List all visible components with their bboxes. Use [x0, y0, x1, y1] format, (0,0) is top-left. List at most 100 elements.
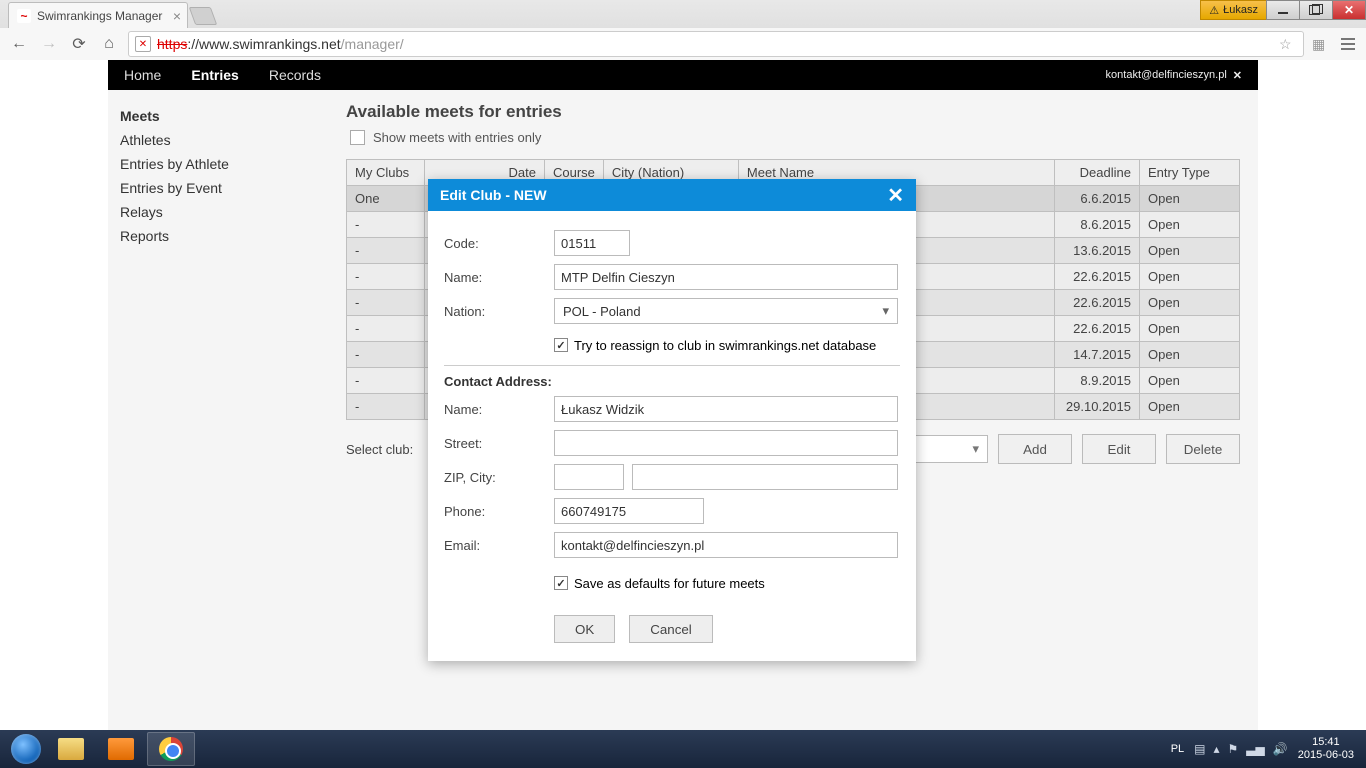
cell-myclubs: -	[347, 290, 425, 316]
taskbar-media-player[interactable]	[97, 732, 145, 766]
show-entries-only-checkbox[interactable]	[350, 130, 365, 145]
language-indicator[interactable]: PL	[1171, 743, 1184, 755]
logout-icon[interactable]: ✕	[1233, 69, 1242, 82]
address-bar: ← → ⟳ ⌂ ✕ https ://www.swimrankings.net …	[0, 28, 1366, 60]
cell-myclubs: -	[347, 316, 425, 342]
window-buttons: Łukasz	[1200, 0, 1366, 20]
nation-select[interactable]: POL - Poland ▾	[554, 298, 898, 324]
tray-flag-icon[interactable]: ⚑	[1228, 742, 1239, 756]
tray-volume-icon[interactable]: 🔊	[1273, 742, 1288, 756]
save-defaults-checkbox[interactable]	[554, 576, 568, 590]
modal-body: Code: Name: Nation: POL - Poland ▾ Try t…	[428, 211, 916, 661]
new-tab-button[interactable]	[189, 7, 218, 25]
start-orb-icon	[11, 734, 41, 764]
page-title: Available meets for entries	[346, 102, 1240, 122]
sidebar-item-entries-by-event[interactable]: Entries by Event	[116, 176, 328, 200]
col-deadline[interactable]: Deadline	[1055, 160, 1140, 186]
nation-value: POL - Poland	[563, 304, 641, 319]
chrome-user-badge[interactable]: Łukasz	[1200, 0, 1267, 20]
cell-entrytype: Open	[1140, 290, 1240, 316]
tray-icons: ▤ ▴ ⚑ ▃▅ 🔊	[1194, 742, 1288, 756]
nav-home[interactable]: Home	[124, 67, 161, 83]
nav-records[interactable]: Records	[269, 67, 321, 83]
explorer-icon	[58, 738, 84, 760]
url-host: ://www.swimrankings.net	[187, 36, 340, 52]
cell-deadline: 8.6.2015	[1055, 212, 1140, 238]
delete-button[interactable]: Delete	[1166, 434, 1240, 464]
taskbar-clock[interactable]: 15:41 2015-06-03	[1298, 736, 1354, 762]
cell-deadline: 29.10.2015	[1055, 394, 1140, 420]
dropdown-caret-icon: ▾	[882, 303, 889, 319]
save-defaults-label: Save as defaults for future meets	[574, 576, 765, 591]
back-icon[interactable]: ←	[8, 33, 30, 55]
browser-chrome: Swimrankings Manager × Łukasz ← → ⟳ ⌂ ✕ …	[0, 0, 1366, 60]
cell-myclubs: -	[347, 212, 425, 238]
cancel-button[interactable]: Cancel	[629, 615, 713, 643]
add-button[interactable]: Add	[998, 434, 1072, 464]
chrome-menu-icon[interactable]	[1338, 38, 1358, 50]
code-label: Code:	[444, 236, 554, 251]
window-close-button[interactable]	[1332, 0, 1366, 20]
email-input[interactable]	[554, 532, 898, 558]
sidebar-item-athletes[interactable]: Athletes	[116, 128, 328, 152]
modal-close-icon[interactable]: ✕	[887, 183, 904, 208]
windows-taskbar: PL ▤ ▴ ⚑ ▃▅ 🔊 15:41 2015-06-03	[0, 730, 1366, 768]
home-icon[interactable]: ⌂	[98, 33, 120, 55]
cell-deadline: 6.6.2015	[1055, 186, 1140, 212]
start-button[interactable]	[6, 730, 46, 768]
window-minimize-button[interactable]	[1266, 0, 1300, 20]
taskbar-chrome[interactable]	[147, 732, 195, 766]
reassign-checkbox[interactable]	[554, 338, 568, 352]
cell-myclubs: -	[347, 238, 425, 264]
phone-input[interactable]	[554, 498, 704, 524]
edit-button[interactable]: Edit	[1082, 434, 1156, 464]
sidebar-item-relays[interactable]: Relays	[116, 200, 328, 224]
tab-close-icon[interactable]: ×	[173, 9, 181, 23]
bookmark-star-icon[interactable]: ☆	[1279, 36, 1297, 53]
col-entrytype[interactable]: Entry Type	[1140, 160, 1240, 186]
tray-network-icon[interactable]: ▃▅	[1246, 742, 1264, 756]
browser-tab[interactable]: Swimrankings Manager ×	[8, 2, 188, 28]
clock-date: 2015-06-03	[1298, 749, 1354, 762]
contact-name-label: Name:	[444, 402, 554, 417]
ssl-warning-icon[interactable]: ✕	[135, 36, 151, 52]
city-input[interactable]	[632, 464, 898, 490]
contact-name-input[interactable]	[554, 396, 898, 422]
clock-time: 15:41	[1298, 736, 1354, 749]
cell-deadline: 22.6.2015	[1055, 264, 1140, 290]
url-input[interactable]: ✕ https ://www.swimrankings.net /manager…	[128, 31, 1304, 57]
cell-deadline: 14.7.2015	[1055, 342, 1140, 368]
ok-button[interactable]: OK	[554, 615, 615, 643]
user-badge-label: Łukasz	[1223, 4, 1258, 16]
street-input[interactable]	[554, 430, 898, 456]
tray-chevron-icon[interactable]: ▴	[1214, 742, 1220, 756]
extension-icon[interactable]: ▦	[1312, 36, 1330, 53]
club-name-input[interactable]	[554, 264, 898, 290]
zip-input[interactable]	[554, 464, 624, 490]
cell-deadline: 13.6.2015	[1055, 238, 1140, 264]
tray-action-center-icon[interactable]: ▤	[1194, 742, 1205, 756]
taskbar-explorer[interactable]	[47, 732, 95, 766]
modal-titlebar[interactable]: Edit Club - NEW ✕	[428, 179, 916, 211]
reload-icon[interactable]: ⟳	[68, 33, 90, 55]
cell-entrytype: Open	[1140, 394, 1240, 420]
modal-title-text: Edit Club - NEW	[440, 187, 547, 203]
code-input[interactable]	[554, 230, 630, 256]
col-myclubs[interactable]: My Clubs	[347, 160, 425, 186]
email-label: Email:	[444, 538, 554, 553]
cell-entrytype: Open	[1140, 212, 1240, 238]
nation-label: Nation:	[444, 304, 554, 319]
filter-row: Show meets with entries only	[350, 130, 1240, 145]
cell-myclubs: -	[347, 342, 425, 368]
select-club-label: Select club:	[346, 442, 413, 457]
sidebar-item-reports[interactable]: Reports	[116, 224, 328, 248]
sidebar-item-meets[interactable]: Meets	[116, 104, 328, 128]
nav-entries[interactable]: Entries	[191, 67, 238, 83]
system-tray: PL ▤ ▴ ⚑ ▃▅ 🔊 15:41 2015-06-03	[1171, 736, 1360, 762]
window-maximize-button[interactable]	[1299, 0, 1333, 20]
sidebar-item-entries-by-athlete[interactable]: Entries by Athlete	[116, 152, 328, 176]
cell-myclubs: One	[347, 186, 425, 212]
cell-myclubs: -	[347, 394, 425, 420]
street-label: Street:	[444, 436, 554, 451]
forward-icon: →	[38, 33, 60, 55]
